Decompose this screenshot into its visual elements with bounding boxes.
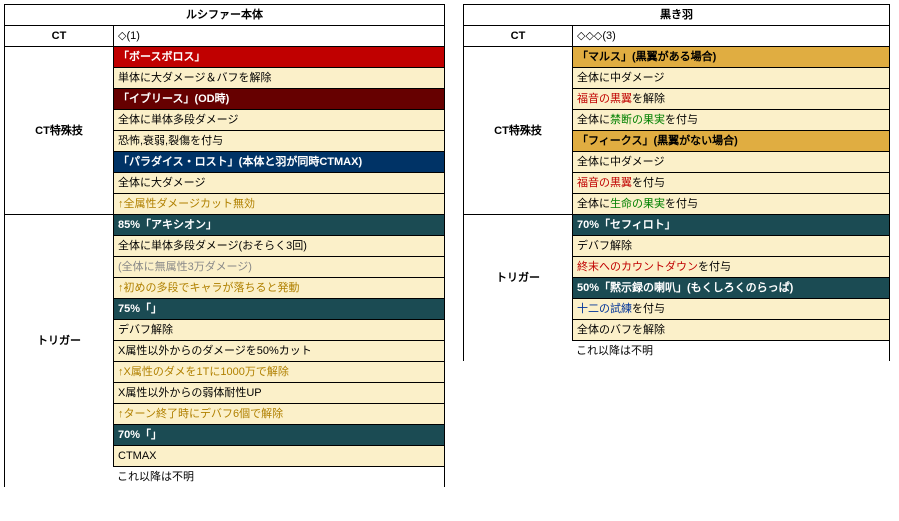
right-trigger-label: トリガー <box>464 215 573 341</box>
left-trigger-row: デバフ解除 <box>114 320 445 341</box>
left-ctskill-label: CT特殊技 <box>5 47 114 215</box>
left-ctskill-row: 「イブリース」(OD時) <box>114 89 445 110</box>
left-title: ルシファー本体 <box>5 5 445 26</box>
lucifer-body-table: ルシファー本体 CT ◇(1) CT特殊技 「ボースボロス」 単体に大ダメージ＆… <box>4 4 445 487</box>
right-ctskill-row: 全体に禁断の果実を付与 <box>573 110 890 131</box>
left-trigger-row: X属性以外からの弱体耐性UP <box>114 383 445 404</box>
right-ctskill-label: CT特殊技 <box>464 47 573 215</box>
right-ctskill-row: 全体に中ダメージ <box>573 68 890 89</box>
left-ctskill-row: 全体に単体多段ダメージ <box>114 110 445 131</box>
left-trigger-row: 85%「アキシオン」 <box>114 215 445 236</box>
left-ctskill-row: 単体に大ダメージ＆バフを解除 <box>114 68 445 89</box>
left-trigger-row: ↑初めの多段でキャラが落ちると発動 <box>114 278 445 299</box>
left-trigger-row: ↑ターン終了時にデバフ6個で解除 <box>114 404 445 425</box>
right-ct-value: ◇◇◇(3) <box>573 26 890 47</box>
left-trigger-row: 全体に単体多段ダメージ(おそらく3回) <box>114 236 445 257</box>
left-footer: これ以降は不明 <box>113 467 444 487</box>
right-trigger-row: 50%「黙示録の喇叭」(もくしろくのらっぱ) <box>573 278 890 299</box>
left-trigger-row: ↑X属性のダメを1Tに1000万で解除 <box>114 362 445 383</box>
right-trigger-row: 十二の試練を付与 <box>573 299 890 320</box>
right-ctskill-row: 福音の黒翼を解除 <box>573 89 890 110</box>
right-ct-label: CT <box>464 26 573 47</box>
right-ctskill-row: 全体に生命の果実を付与 <box>573 194 890 215</box>
left-ctskill-row: 全体に大ダメージ <box>114 173 445 194</box>
right-trigger-row: 終末へのカウントダウンを付与 <box>573 257 890 278</box>
right-ctskill-row: 福音の黒翼を付与 <box>573 173 890 194</box>
right-title: 黒き羽 <box>464 5 890 26</box>
left-ctskill-row: ↑全属性ダメージカット無効 <box>114 194 445 215</box>
right-ctskill-row: 「フィークス」(黒翼がない場合) <box>573 131 890 152</box>
right-trigger-row: 全体のバフを解除 <box>573 320 890 341</box>
left-trigger-row: (全体に無属性3万ダメージ) <box>114 257 445 278</box>
left-ct-label: CT <box>5 26 114 47</box>
right-trigger-row: デバフ解除 <box>573 236 890 257</box>
left-ctskill-row: 恐怖,衰弱,裂傷を付与 <box>114 131 445 152</box>
black-wing-table: 黒き羽 CT ◇◇◇(3) CT特殊技 「マルス」(黒翼がある場合) 全体に中ダ… <box>463 4 890 361</box>
left-trigger-row: CTMAX <box>114 446 445 467</box>
right-footer: これ以降は不明 <box>572 341 889 361</box>
left-ct-value: ◇(1) <box>114 26 445 47</box>
left-trigger-label: トリガー <box>5 215 114 467</box>
right-trigger-row: 70%「セフィロト」 <box>573 215 890 236</box>
left-trigger-row: 70%「」 <box>114 425 445 446</box>
left-ctskill-row: 「ボースボロス」 <box>114 47 445 68</box>
left-trigger-row: X属性以外からのダメージを50%カット <box>114 341 445 362</box>
left-ctskill-row: 「パラダイス・ロスト」(本体と羽が同時CTMAX) <box>114 152 445 173</box>
right-ctskill-row: 「マルス」(黒翼がある場合) <box>573 47 890 68</box>
right-ctskill-row: 全体に中ダメージ <box>573 152 890 173</box>
left-trigger-row: 75%「」 <box>114 299 445 320</box>
